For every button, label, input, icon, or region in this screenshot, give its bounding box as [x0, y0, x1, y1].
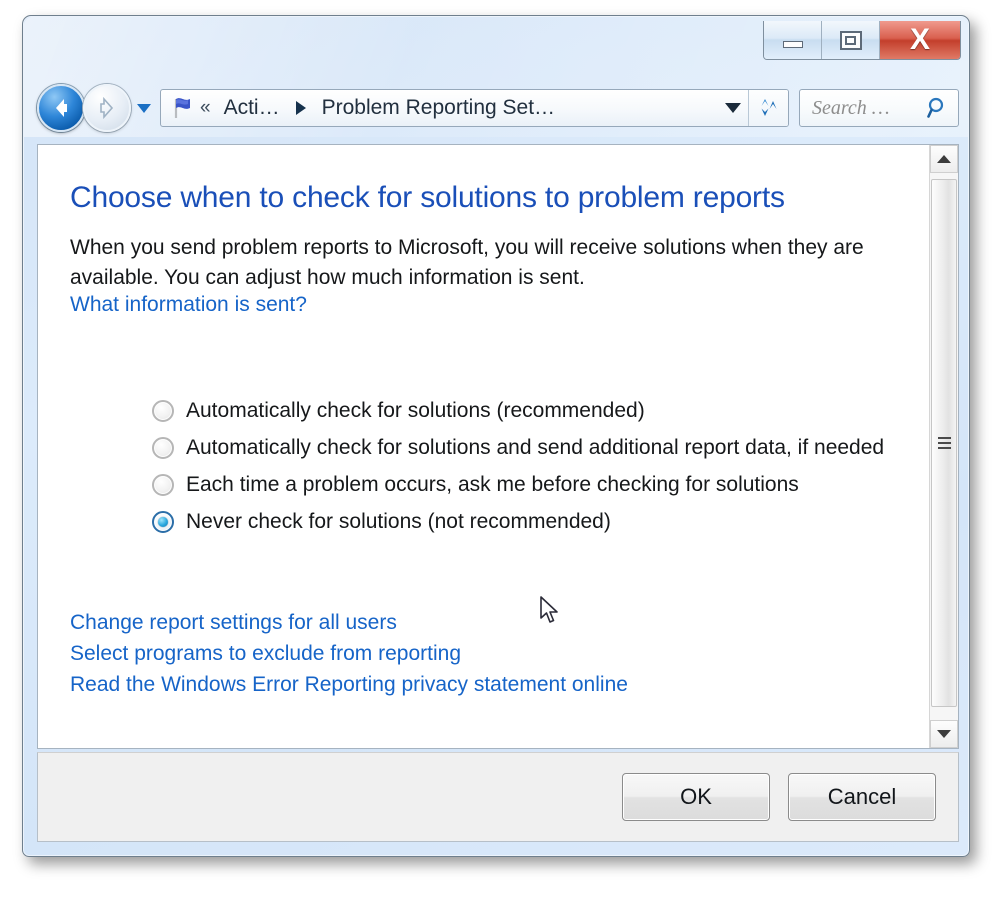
what-information-is-sent-link[interactable]: What information is sent?: [70, 293, 307, 317]
privacy-statement-link[interactable]: Read the Windows Error Reporting privacy…: [70, 673, 628, 697]
radio-option-label: Automatically check for solutions (recom…: [186, 399, 645, 422]
select-programs-exclude-link[interactable]: Select programs to exclude from reportin…: [70, 642, 461, 666]
breadcrumb-item-problem-reporting-settings[interactable]: Problem Reporting Set…: [312, 96, 565, 120]
radio-icon[interactable]: [152, 400, 174, 422]
breadcrumb-item-action-center[interactable]: Acti…: [214, 96, 290, 120]
minimize-button[interactable]: [764, 21, 822, 59]
radio-option-automatic-additional-data[interactable]: Automatically check for solutions and se…: [152, 432, 889, 463]
back-arrow-icon: [56, 99, 67, 117]
radio-option-never-check[interactable]: Never check for solutions (not recommend…: [152, 506, 889, 537]
refresh-icon: [761, 99, 776, 116]
recent-pages-button[interactable]: [135, 90, 153, 126]
back-button[interactable]: [37, 84, 85, 132]
maximize-icon: [839, 30, 862, 50]
window-caption-buttons: X: [763, 21, 961, 60]
address-dropdown-button[interactable]: [718, 90, 748, 126]
refresh-button[interactable]: [748, 90, 788, 126]
scroll-down-button[interactable]: [930, 720, 958, 748]
radio-option-label: Each time a problem occurs, ask me befor…: [186, 473, 799, 496]
search-box[interactable]: Search …: [799, 89, 959, 127]
scroll-up-button[interactable]: [930, 145, 958, 173]
content-pane: Choose when to check for solutions to pr…: [37, 144, 959, 749]
search-icon[interactable]: [926, 96, 950, 120]
chevron-down-icon: [137, 103, 151, 113]
breadcrumb: « Acti… Problem Reporting Set…: [169, 95, 718, 121]
address-bar[interactable]: « Acti… Problem Reporting Set…: [160, 89, 789, 127]
breadcrumb-overflow[interactable]: «: [197, 97, 214, 119]
forward-button[interactable]: [83, 84, 131, 132]
solution-check-radio-group: Automatically check for solutions (recom…: [70, 395, 889, 537]
chevron-up-icon: [937, 155, 951, 163]
navigation-bar: « Acti… Problem Reporting Set… Search …: [37, 80, 959, 136]
chevron-down-icon: [937, 730, 951, 738]
scrollbar-thumb[interactable]: [931, 179, 957, 707]
radio-option-label: Never check for solutions (not recommend…: [186, 510, 611, 533]
radio-option-ask-each-time[interactable]: Each time a problem occurs, ask me befor…: [152, 469, 889, 500]
content-scroll-area: Choose when to check for solutions to pr…: [38, 145, 929, 748]
dialog-footer: OK Cancel: [37, 752, 959, 842]
radio-icon-selected[interactable]: [152, 511, 174, 533]
ok-button[interactable]: OK: [622, 773, 770, 821]
description-text: When you send problem reports to Microso…: [70, 236, 864, 289]
radio-option-label: Automatically check for solutions and se…: [186, 436, 885, 459]
scrollbar-track[interactable]: [930, 173, 958, 720]
scrollbar-grip-icon: [937, 437, 951, 449]
maximize-button[interactable]: [822, 21, 880, 59]
vertical-scrollbar[interactable]: [929, 145, 958, 748]
page-title: Choose when to check for solutions to pr…: [70, 181, 785, 214]
minimize-icon: [782, 41, 803, 48]
change-report-settings-link[interactable]: Change report settings for all users: [70, 611, 397, 635]
flag-icon: [174, 98, 190, 118]
close-button[interactable]: X: [880, 21, 960, 59]
cancel-button[interactable]: Cancel: [788, 773, 936, 821]
radio-option-automatic[interactable]: Automatically check for solutions (recom…: [152, 395, 889, 426]
search-input[interactable]: Search …: [812, 97, 926, 120]
close-icon: X: [909, 23, 930, 56]
bottom-links: Change report settings for all users Sel…: [70, 611, 889, 697]
forward-arrow-icon: [100, 96, 114, 120]
chevron-down-icon: [725, 103, 741, 113]
radio-icon[interactable]: [152, 474, 174, 496]
radio-icon[interactable]: [152, 437, 174, 459]
breadcrumb-separator-icon[interactable]: [295, 101, 306, 115]
dialog-window: X « Acti… Problem Reporting Set… Search …: [22, 15, 970, 857]
